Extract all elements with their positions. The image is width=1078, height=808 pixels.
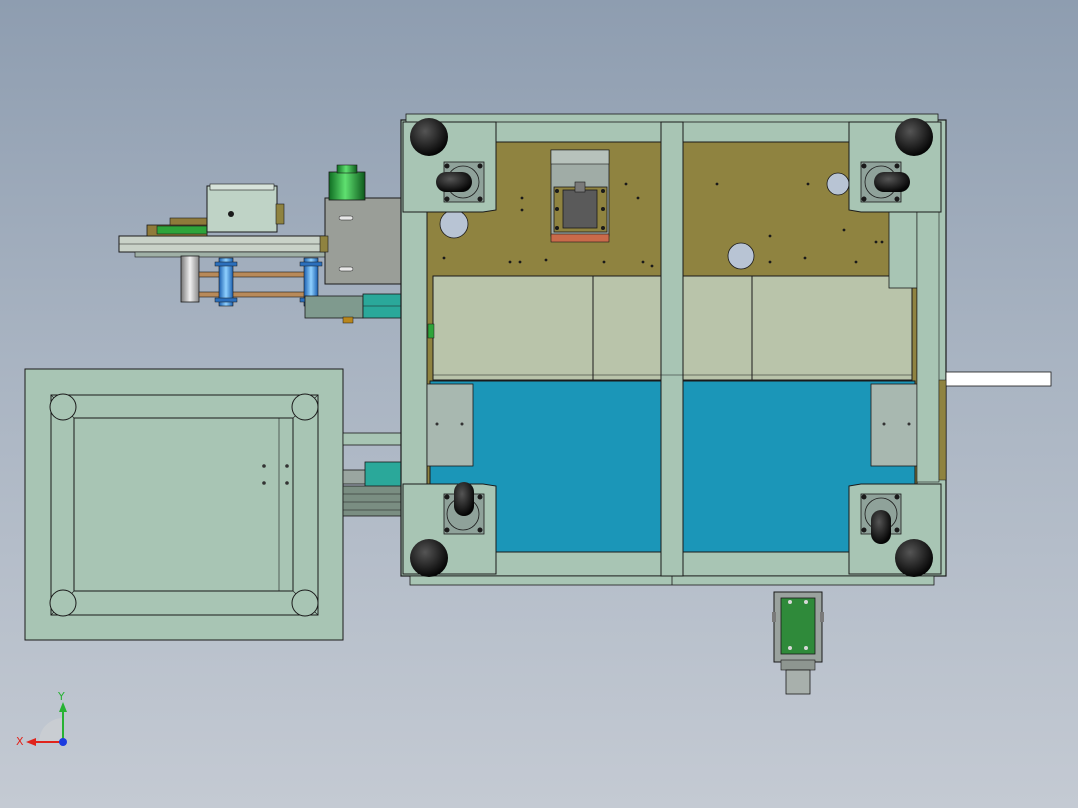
left-conveyor-assembly [118,164,410,324]
bottom-actuator [772,591,824,695]
foot-bottom-left [410,539,448,577]
main-frame [400,113,1052,586]
foot-bottom-right [895,539,933,577]
x-axis-label: X [16,735,24,748]
stepper-motor-icon [550,149,610,243]
foot-top-right [895,118,933,156]
foot-top-left [410,118,448,156]
coordinate-triad-icon: Y X [16,690,67,748]
left-platform [24,368,404,641]
cylinder-icon [328,164,366,201]
cad-assembly-view: Y X [16,113,1052,748]
y-axis-label: Y [57,690,65,703]
cylinder-icon [214,257,238,307]
